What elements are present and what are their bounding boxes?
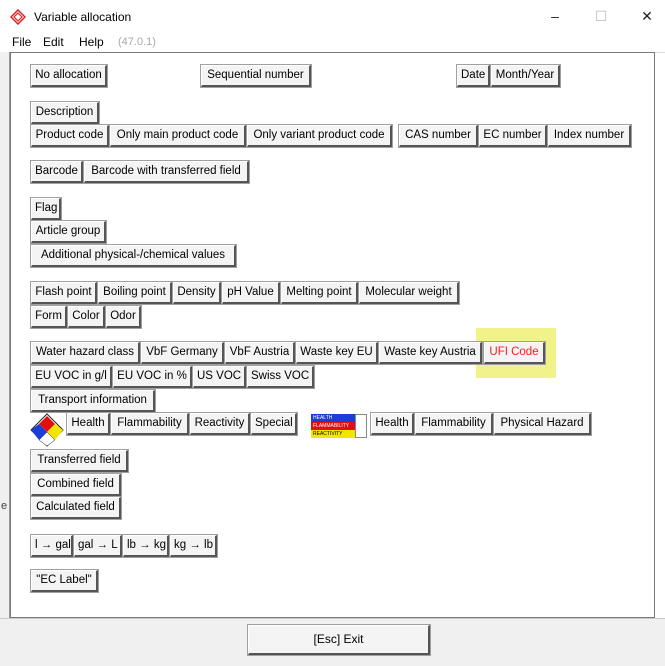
combined-field-button[interactable]: Combined field	[30, 473, 122, 497]
ec-number-button[interactable]: EC number	[478, 124, 548, 148]
version-label: (47.0.1)	[118, 36, 156, 48]
waste-key-austria-button[interactable]: Waste key Austria	[378, 341, 483, 365]
nfpa-special-button[interactable]: Special	[250, 412, 298, 436]
barcode-with-transferred-field-button[interactable]: Barcode with transferred field	[83, 160, 250, 184]
date-button[interactable]: Date	[456, 64, 491, 88]
hmis-flammability-text: FLAMMABILITY	[313, 423, 350, 429]
hmis-flammability-button[interactable]: Flammability	[414, 412, 494, 436]
flash-point-button[interactable]: Flash point	[30, 281, 98, 305]
density-button[interactable]: Density	[172, 281, 222, 305]
lb-to-kg-button[interactable]: lb → kg	[122, 534, 170, 558]
calculated-field-button[interactable]: Calculated field	[30, 496, 122, 520]
window-title: Variable allocation	[34, 10, 132, 24]
description-button[interactable]: Description	[30, 101, 100, 125]
hmis-physical-hazard-button[interactable]: Physical Hazard	[493, 412, 592, 436]
only-variant-product-code-button[interactable]: Only variant product code	[246, 124, 393, 148]
us-voc-button[interactable]: US VOC	[192, 365, 247, 389]
nfpa-health-button[interactable]: Health	[66, 412, 111, 436]
hmis-health-button[interactable]: Health	[370, 412, 415, 436]
eu-voc-pct-button[interactable]: EU VOC in %	[112, 365, 193, 389]
menu-help[interactable]: Help	[79, 35, 104, 49]
vbf-austria-button[interactable]: VbF Austria	[224, 341, 296, 365]
minimize-button[interactable]: –	[540, 6, 570, 26]
ec-label-button[interactable]: "EC Label"	[30, 569, 99, 593]
eu-voc-gl-button[interactable]: EU VOC in g/l	[30, 365, 113, 389]
nfpa-reactivity-button[interactable]: Reactivity	[189, 412, 251, 436]
cas-number-button[interactable]: CAS number	[398, 124, 479, 148]
left-edge	[0, 52, 10, 618]
edge-fragment: e	[1, 500, 8, 512]
kg-to-lb-button[interactable]: kg → lb	[169, 534, 218, 558]
maximize-button[interactable]: ☐	[586, 6, 616, 26]
index-number-button[interactable]: Index number	[547, 124, 632, 148]
form-button[interactable]: Form	[30, 305, 68, 329]
nfpa-flammability-button[interactable]: Flammability	[110, 412, 190, 436]
month-year-button[interactable]: Month/Year	[490, 64, 561, 88]
gal-to-l-button[interactable]: gal → L	[73, 534, 123, 558]
exit-button[interactable]: [Esc] Exit	[247, 624, 431, 656]
article-group-button[interactable]: Article group	[30, 220, 107, 244]
flag-button[interactable]: Flag	[30, 197, 62, 221]
no-allocation-button[interactable]: No allocation	[30, 64, 108, 88]
nfpa-diamond-icon	[30, 413, 64, 447]
vbf-germany-button[interactable]: VbF Germany	[140, 341, 225, 365]
boiling-point-button[interactable]: Boiling point	[97, 281, 173, 305]
hmis-label-icon: HEALTH FLAMMABILITY REACTIVITY	[311, 414, 367, 446]
menu-edit[interactable]: Edit	[43, 35, 64, 49]
ph-value-button[interactable]: pH Value	[221, 281, 281, 305]
hmis-health-text: HEALTH	[313, 415, 333, 421]
product-code-button[interactable]: Product code	[30, 124, 110, 148]
color-button[interactable]: Color	[67, 305, 106, 329]
hmis-reactivity-text: REACTIVITY	[313, 431, 343, 437]
app-diamond-icon	[10, 9, 26, 25]
only-main-product-code-button[interactable]: Only main product code	[109, 124, 247, 148]
close-button[interactable]: ✕	[632, 6, 662, 26]
transferred-field-button[interactable]: Transferred field	[30, 449, 129, 473]
sequential-number-button[interactable]: Sequential number	[200, 64, 312, 88]
barcode-button[interactable]: Barcode	[30, 160, 84, 184]
melting-point-button[interactable]: Melting point	[280, 281, 359, 305]
transport-information-button[interactable]: Transport information	[30, 389, 156, 413]
ufi-code-button[interactable]: UFI Code	[483, 341, 546, 365]
l-to-gal-button[interactable]: l → gal	[30, 534, 74, 558]
waste-key-eu-button[interactable]: Waste key EU	[295, 341, 379, 365]
menu-file[interactable]: File	[12, 35, 31, 49]
additional-values-button[interactable]: Additional physical-/chemical values	[30, 244, 237, 268]
odor-button[interactable]: Odor	[105, 305, 142, 329]
water-hazard-class-button[interactable]: Water hazard class	[30, 341, 141, 365]
molecular-weight-button[interactable]: Molecular weight	[358, 281, 460, 305]
swiss-voc-button[interactable]: Swiss VOC	[246, 365, 315, 389]
